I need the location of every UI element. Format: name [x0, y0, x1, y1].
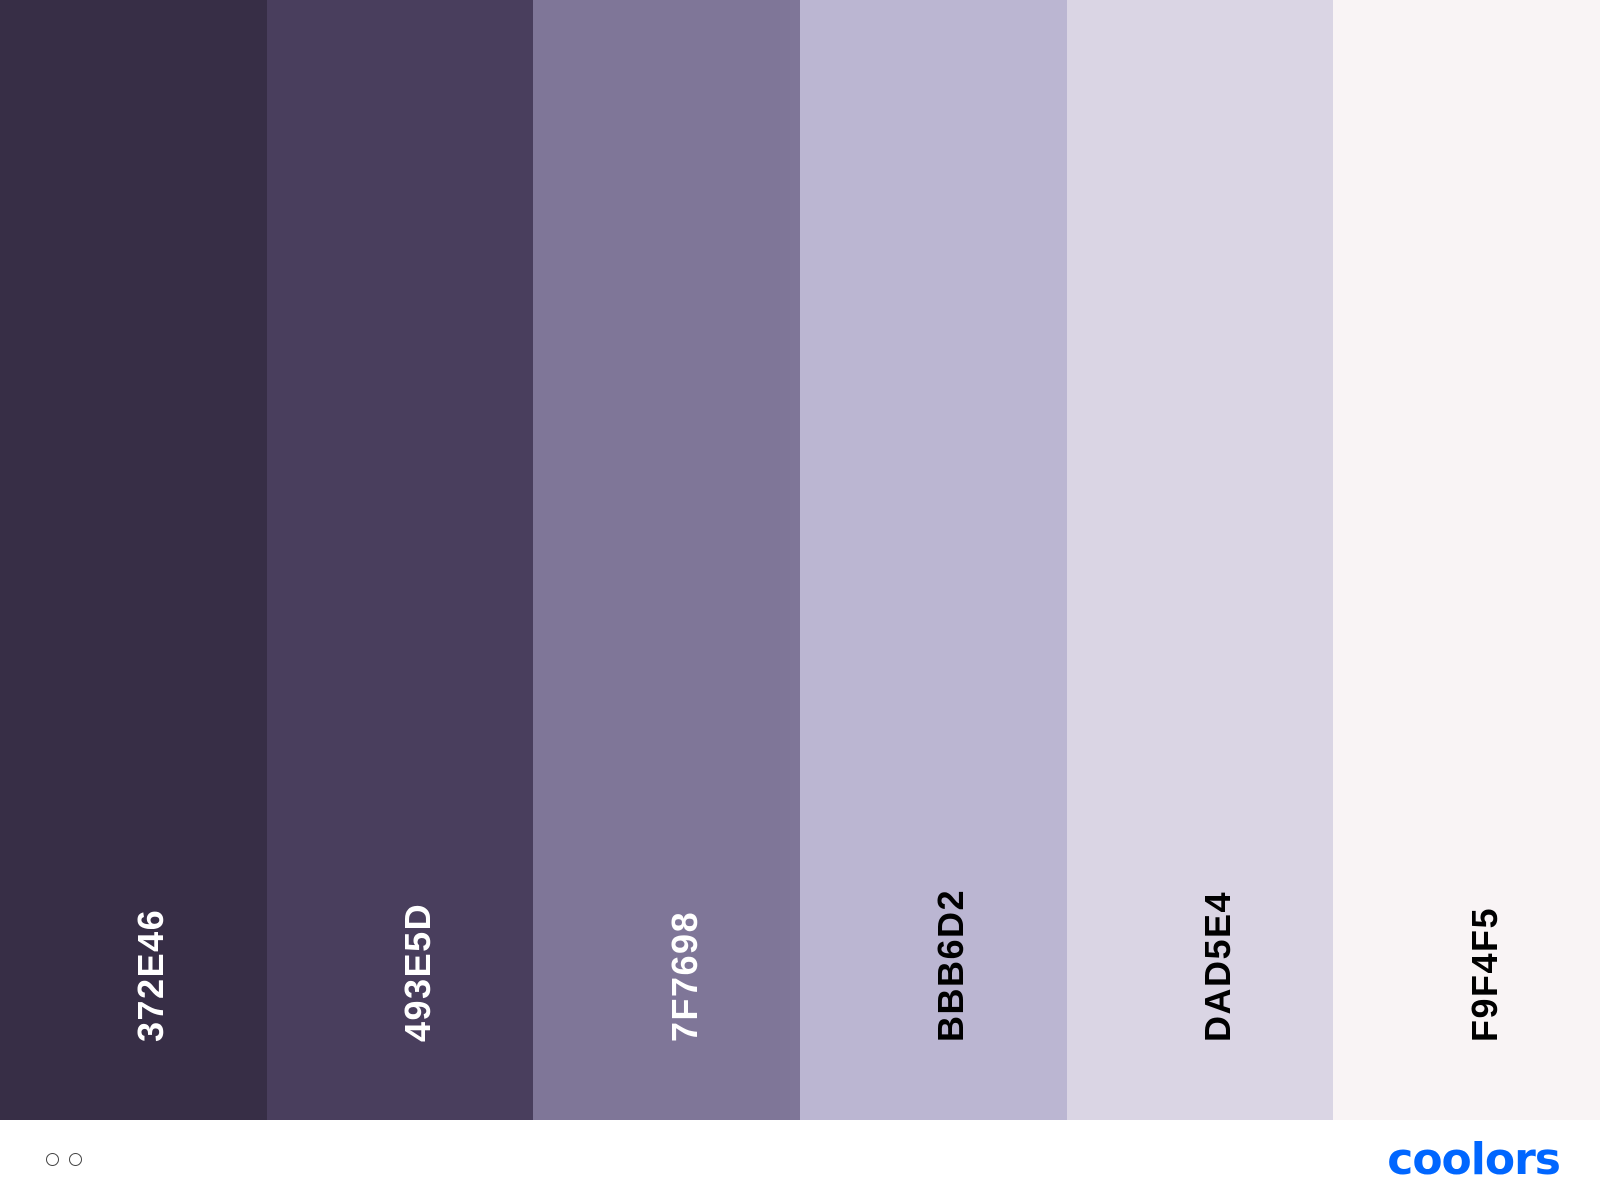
hex-code-label: BBB6D2: [930, 888, 972, 1042]
hex-code-label: F9F4F5: [1463, 906, 1505, 1042]
footer: coolors: [0, 1120, 1600, 1200]
hex-code-label: 493E5D: [397, 902, 438, 1042]
color-swatch[interactable]: BBB6D2: [800, 0, 1067, 1120]
color-swatch[interactable]: 7F7698: [533, 0, 801, 1120]
two-circles-icon: [46, 1153, 82, 1166]
hex-code-label: 372E46: [130, 908, 172, 1042]
color-palette: 372E46 493E5D 7F7698 BBB6D2 DAD5E4 F9F4F5: [0, 0, 1600, 1120]
coolors-logo[interactable]: coolors: [1387, 1132, 1561, 1188]
circle-icon: [46, 1153, 59, 1166]
color-swatch[interactable]: 372E46: [0, 0, 267, 1120]
hex-code-label: DAD5E4: [1197, 890, 1239, 1042]
hex-code-label: 7F7698: [663, 910, 705, 1042]
color-swatch[interactable]: DAD5E4: [1066, 0, 1334, 1120]
color-swatch[interactable]: F9F4F5: [1333, 0, 1600, 1120]
color-swatch[interactable]: 493E5D: [266, 0, 534, 1120]
circle-icon: [69, 1153, 82, 1166]
